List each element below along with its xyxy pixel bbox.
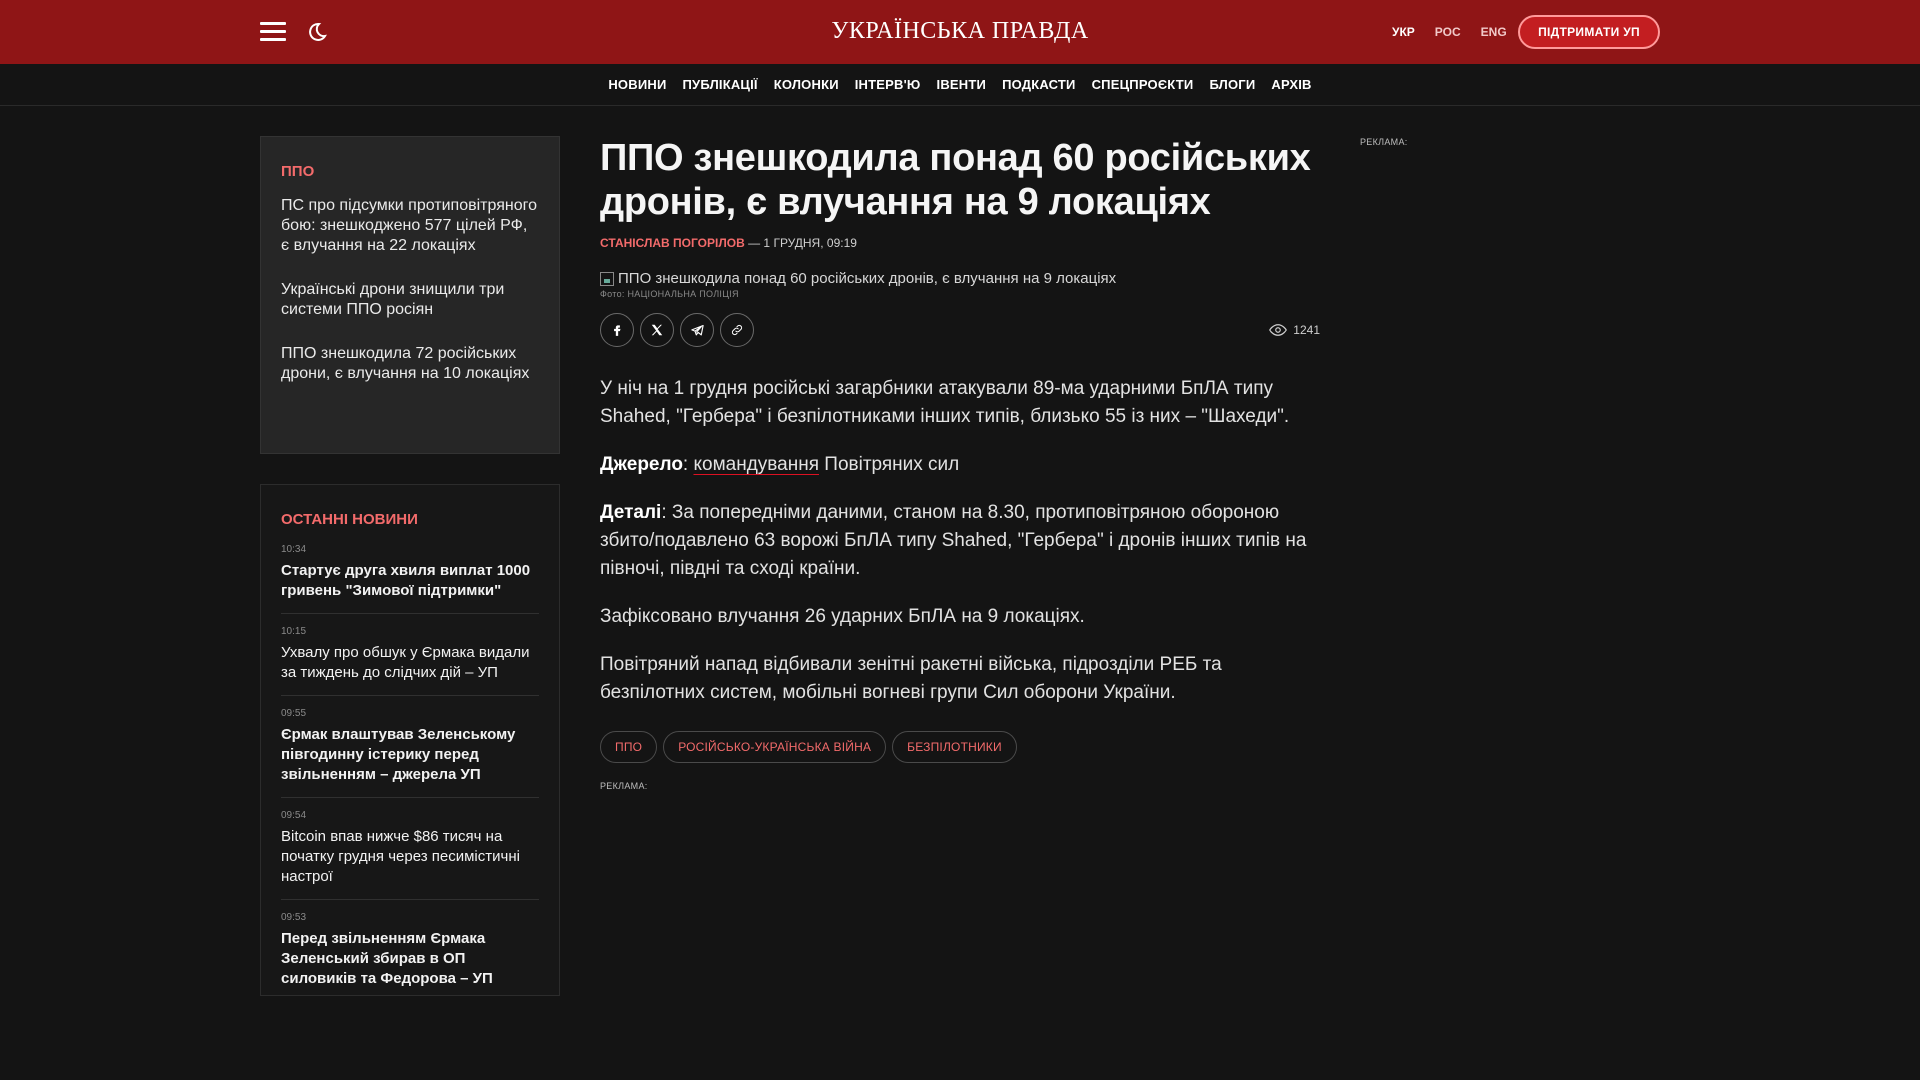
paragraph: У ніч на 1 грудня російські загарбники а…	[600, 378, 1290, 427]
topic-item[interactable]: ПС про підсумки протиповітряного бою: зн…	[281, 196, 539, 256]
x-icon[interactable]	[640, 313, 674, 347]
source-separator: :	[682, 454, 694, 475]
ad-label: РЕКЛАМА:	[600, 781, 648, 791]
news-time: 09:55	[281, 708, 307, 719]
news-item[interactable]: 10:15 Ухвалу про обшук у Єрмака видали з…	[281, 626, 539, 696]
article-date: — 1 ГРУДНЯ, 09:19	[744, 236, 857, 250]
paragraph: Зафіксовано влучання 26 ударних БпЛА на …	[600, 606, 1085, 627]
author-link[interactable]: СТАНІСЛАВ ПОГОРІЛОВ	[600, 236, 745, 250]
topic-tag[interactable]: ППО	[281, 163, 539, 180]
nav-podcasts[interactable]: ПОДКАСТИ	[1002, 77, 1076, 92]
article-title: ППО знешкодила понад 60 російських дроні…	[600, 137, 1311, 223]
news-title[interactable]: Стартує друга хвиля виплат 1000 гривень …	[281, 561, 539, 601]
tag-war[interactable]: РОСІЙСЬКО-УКРАЇНСЬКА ВІЙНА	[663, 731, 887, 763]
tag-drones[interactable]: БЕЗПІЛОТНИКИ	[892, 731, 1017, 763]
views-counter: 1241	[1269, 323, 1320, 337]
news-item[interactable]: 10:34 Стартує друга хвиля виплат 1000 гр…	[281, 544, 539, 614]
news-time: 10:34	[281, 544, 307, 555]
news-title[interactable]: Перед звільненням Єрмака Зеленський збир…	[281, 929, 539, 989]
nav-news[interactable]: НОВИНИ	[608, 77, 666, 92]
tag-ppo[interactable]: ППО	[600, 731, 658, 763]
menu-icon[interactable]	[260, 22, 286, 42]
nav-archive[interactable]: АРХІВ	[1271, 77, 1311, 92]
source-rest: Повітряних сил	[819, 454, 960, 475]
link-icon[interactable]	[720, 313, 754, 347]
lang-ukr[interactable]: УКР	[1392, 25, 1415, 39]
latest-news-heading: ОСТАННІ НОВИНИ	[281, 511, 418, 528]
news-title[interactable]: Ухвалу про обшук у Єрмака видали за тижд…	[281, 643, 539, 683]
ad-label-sidebar: РЕКЛАМА:	[1360, 137, 1408, 147]
facebook-icon[interactable]	[600, 313, 634, 347]
support-button[interactable]: ПІДТРИМАТИ УП	[1518, 15, 1660, 49]
source-link[interactable]: командування	[693, 454, 819, 475]
news-title[interactable]: Bitcoin впав нижче $86 тисяч на початку …	[281, 827, 539, 887]
news-title[interactable]: Єрмак влаштував Зеленському півгодинну і…	[281, 725, 539, 785]
views-count: 1241	[1293, 323, 1320, 337]
details-label: Деталі	[600, 502, 662, 523]
article-image: ППО знешкодила понад 60 російських дроні…	[600, 270, 1320, 287]
moon-icon[interactable]	[304, 20, 328, 44]
topic-item[interactable]: Українські дрони знищили три системи ППО…	[281, 280, 539, 320]
article: ППО знешкодила понад 60 російських дроні…	[600, 136, 1320, 791]
nav-specprojects[interactable]: СПЕЦПРОЄКТИ	[1092, 77, 1194, 92]
nav-blogs[interactable]: БЛОГИ	[1209, 77, 1255, 92]
news-time: 09:53	[281, 912, 307, 923]
broken-image-icon	[600, 271, 614, 286]
lang-eng[interactable]: ENG	[1481, 25, 1507, 39]
byline: СТАНІСЛАВ ПОГОРІЛОВ — 1 ГРУДНЯ, 09:19	[600, 236, 1320, 250]
topic-item[interactable]: ППО знешкодила 72 російських дрони, є вл…	[281, 344, 539, 384]
image-alt-text: ППО знешкодила понад 60 російських дроні…	[618, 270, 1117, 287]
news-item[interactable]: 09:53 Перед звільненням Єрмака Зеленськи…	[281, 912, 539, 995]
nav-publications[interactable]: ПУБЛІКАЦІЇ	[683, 77, 758, 92]
nav-columns[interactable]: КОЛОНКИ	[774, 77, 839, 92]
news-time: 10:15	[281, 626, 307, 637]
latest-news: ОСТАННІ НОВИНИ 10:34 Стартує друга хвиля…	[260, 484, 560, 996]
nav-interviews[interactable]: ІНТЕРВ'Ю	[855, 77, 921, 92]
language-switcher: УКР РОС ENG	[1392, 25, 1507, 39]
details-text: : За попередніми даними, станом на 8.30,…	[600, 502, 1307, 579]
source-label: Джерело	[600, 454, 683, 475]
lang-ros[interactable]: РОС	[1435, 25, 1461, 39]
news-item[interactable]: 09:54 Bitcoin впав нижче $86 тисяч на по…	[281, 810, 539, 900]
news-item[interactable]: 09:55 Єрмак влаштував Зеленському півгод…	[281, 708, 539, 798]
details-paragraph: Деталі: За попередніми даними, станом на…	[600, 499, 1320, 583]
main-nav: НОВИНИ ПУБЛІКАЦІЇ КОЛОНКИ ІНТЕРВ'Ю ІВЕНТ…	[0, 64, 1920, 106]
telegram-icon[interactable]	[680, 313, 714, 347]
news-time: 09:54	[281, 810, 307, 821]
paragraph: Повітряний напад відбивали зенітні ракет…	[600, 654, 1222, 703]
source-paragraph: Джерело: командування Повітряних сил	[600, 451, 1320, 479]
top-bar: УКРАЇНСЬКА ПРАВДА УКР РОС ENG ПІДТРИМАТИ…	[0, 0, 1920, 64]
nav-events[interactable]: ІВЕНТИ	[937, 77, 987, 92]
eye-icon	[1269, 324, 1288, 336]
photo-credit: Фото: НАЦІОНАЛЬНА ПОЛІЦІЯ	[600, 289, 739, 299]
topic-box: ППО ПС про підсумки протиповітряного бою…	[260, 136, 560, 454]
share-row: 1241	[600, 313, 1320, 349]
article-tags: ППО РОСІЙСЬКО-УКРАЇНСЬКА ВІЙНА БЕЗПІЛОТН…	[600, 731, 1320, 763]
